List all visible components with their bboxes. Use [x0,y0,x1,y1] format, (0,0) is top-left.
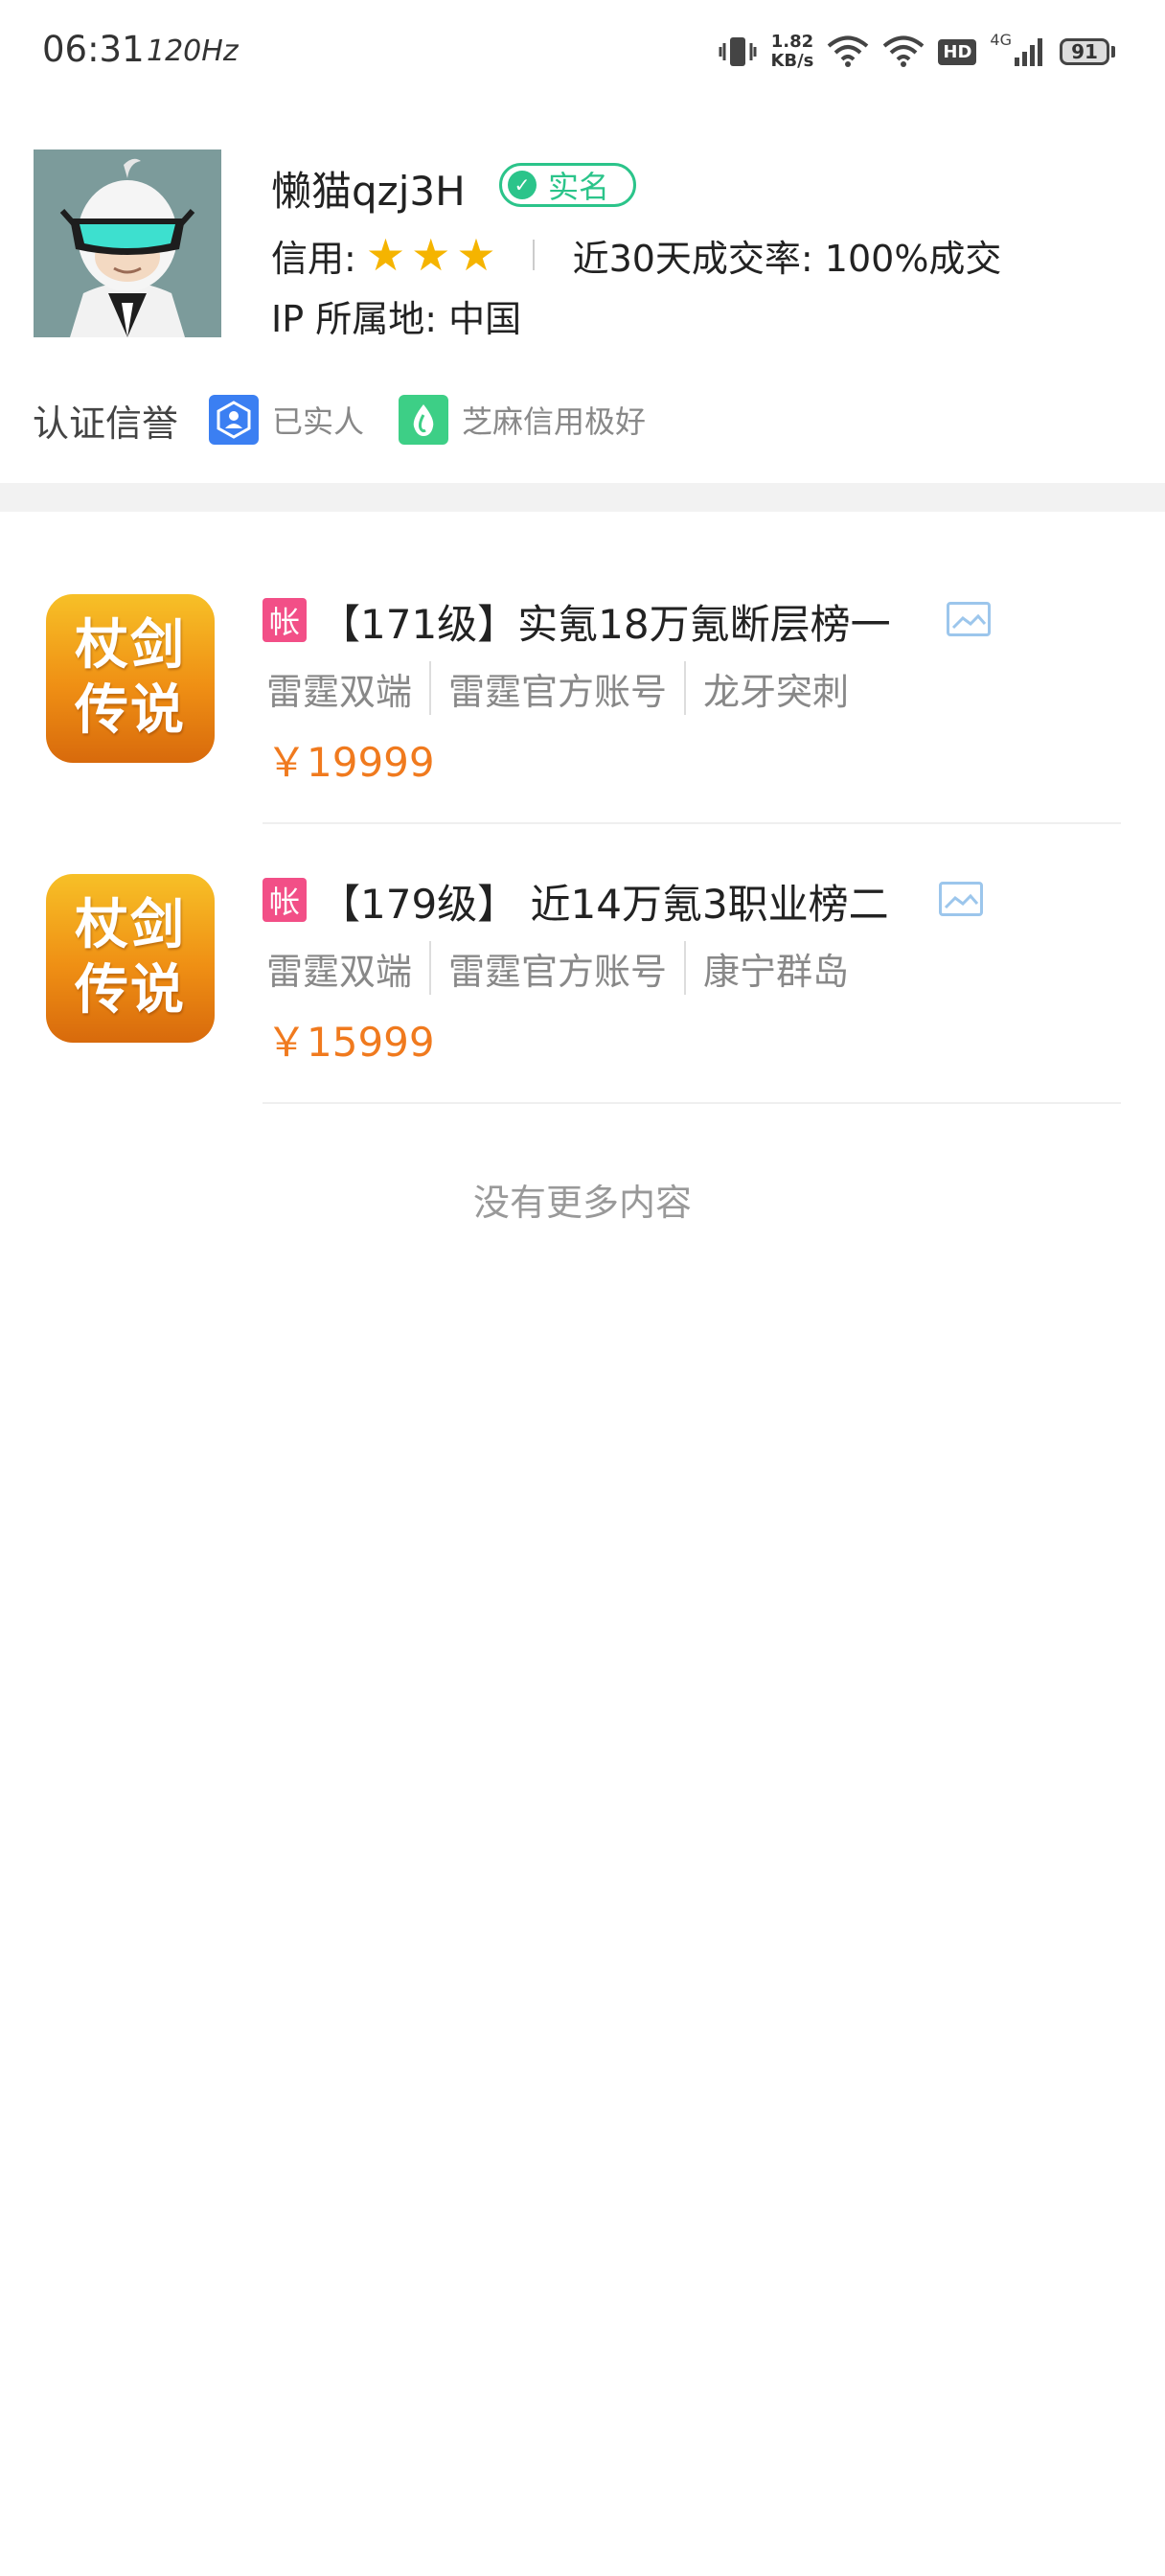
tag-platform: 雷霆双端 [266,670,413,713]
tag-server: 龙牙突刺 [703,670,850,713]
listing-item[interactable]: 杖剑 传说 帐 【179级】 近14万氪3职业榜二 雷霆双端 雷霆官方账号 康宁… [0,822,1165,1104]
listing-tags: 雷霆双端 雷霆官方账号 龙牙突刺 [266,661,849,715]
section-divider [0,483,1165,512]
auth-row: 认证信誉 已实人 芝麻信用极好 [33,391,680,448]
hd-icon: HD [938,38,977,65]
username: 懒猫qzj3H [271,168,466,215]
listing-item[interactable]: 杖剑 传说 帐 【171级】实氪18万氪断层榜一 雷霆双端 雷霆官方账号 龙牙突… [0,542,1165,824]
tag-account-type: 雷霆官方账号 [448,670,668,713]
game-icon: 杖剑 传说 [46,874,215,1043]
refresh-rate: 120Hz [147,34,239,68]
listing-price: ￥19999 [266,739,435,786]
account-tag: 帐 [263,878,307,922]
auth-label: 已实人 [272,403,365,440]
credit-row: 信用: ★ ★ ★ 近30天成交率: 100%成交 [271,228,1001,282]
vibrate-icon [719,37,757,66]
status-icons: 1.82 KB/s HD 4G 91 [719,29,1115,75]
credit-stars: ★ ★ ★ [366,233,496,277]
network-type: 4G [990,31,1012,49]
image-icon [947,602,991,636]
status-time: 06:31 [42,29,145,70]
realname-badge: ✓ 实名 [499,163,636,207]
avatar[interactable] [34,150,221,337]
auth-title: 认证信誉 [33,402,179,445]
wifi-icon [828,35,869,67]
sesame-credit-icon [399,395,449,445]
tag-account-type: 雷霆官方账号 [448,950,668,993]
divider [532,240,535,270]
deal-rate: 近30天成交率: 100%成交 [572,237,1002,280]
game-icon: 杖剑 传说 [46,594,215,763]
star-icon: ★ [365,229,406,281]
robot-avatar-icon [34,150,221,337]
signal-icon [1015,38,1042,66]
image-icon [939,882,983,916]
listing-title: 【171级】实氪18万氪断层榜一 [320,601,891,648]
listing-title: 【179级】 近14万氪3职业榜二 [320,881,889,928]
listing-tags: 雷霆双端 雷霆官方账号 康宁群岛 [266,941,849,995]
account-tag: 帐 [263,598,307,642]
credit-label: 信用: [271,237,356,280]
no-more-content: 没有更多内容 [472,1182,692,1224]
ip-location: IP 所属地: 中国 [271,298,522,340]
listing-price: ￥15999 [266,1019,435,1066]
row-divider [263,1102,1121,1104]
tag-platform: 雷霆双端 [266,950,413,993]
tag-server: 康宁群岛 [703,950,850,993]
realname-label: 实名 [548,169,610,205]
battery-icon: 91 [1060,38,1115,65]
id-verified-icon [209,395,260,445]
status-bar: 06:31 120Hz 1.82 KB/s HD 4G 91 [0,0,1165,105]
auth-label: 芝麻信用极好 [462,403,647,440]
auth-item-sesame[interactable]: 芝麻信用极好 [399,395,646,445]
wifi-2-icon [883,35,925,67]
star-icon: ★ [411,229,451,281]
check-icon: ✓ [508,171,537,199]
net-speed: 1.82 KB/s [770,32,814,71]
auth-item-realperson[interactable]: 已实人 [209,395,364,445]
star-icon: ★ [456,229,496,281]
